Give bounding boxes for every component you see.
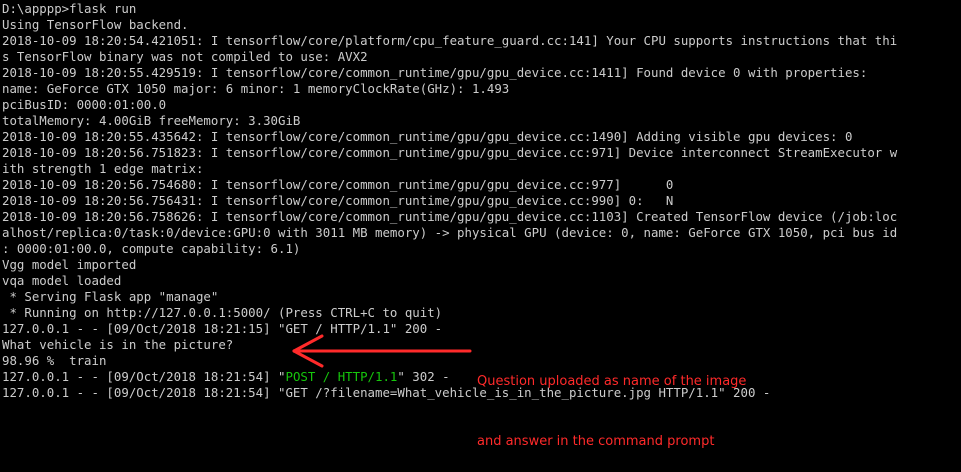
terminal-text: 2018-10-09 18:20:55.429519: I tensorflow… xyxy=(2,65,868,80)
terminal-text: vqa model loaded xyxy=(2,273,122,288)
terminal-text: What vehicle is in the picture? xyxy=(2,337,234,352)
terminal-line: * Serving Flask app "manage" xyxy=(2,289,959,305)
terminal-text: ith strength 1 edge matrix: xyxy=(2,161,204,176)
terminal-line: 2018-10-09 18:20:55.429519: I tensorflow… xyxy=(2,65,959,81)
terminal-line: Vgg model imported xyxy=(2,257,959,273)
terminal-line: totalMemory: 4.00GiB freeMemory: 3.30GiB xyxy=(2,113,959,129)
terminal-text: * Running on http://127.0.0.1:5000/ (Pre… xyxy=(2,305,443,320)
terminal-text: POST / HTTP/1.1 xyxy=(285,369,398,384)
terminal-line: Using TensorFlow backend. xyxy=(2,17,959,33)
annotation-text: Question uploaded as name of the image a… xyxy=(477,332,777,472)
terminal-text: " 302 - xyxy=(397,369,450,384)
terminal-text: Using TensorFlow backend. xyxy=(2,17,189,32)
terminal-text: alhost/replica:0/task:0/device:GPU:0 wit… xyxy=(2,225,898,240)
terminal-line: 2018-10-09 18:20:55.435642: I tensorflow… xyxy=(2,129,959,145)
terminal-text: 98.96 % train xyxy=(2,353,107,368)
terminal-line: alhost/replica:0/task:0/device:GPU:0 wit… xyxy=(2,225,959,241)
terminal-text: totalMemory: 4.00GiB freeMemory: 3.30GiB xyxy=(2,113,301,128)
terminal-line: 2018-10-09 18:20:56.758626: I tensorflow… xyxy=(2,209,959,225)
terminal-text: 2018-10-09 18:20:55.435642: I tensorflow… xyxy=(2,129,853,144)
terminal-text: * Serving Flask app "manage" xyxy=(2,289,219,304)
annotation-line-1: Question uploaded as name of the image xyxy=(477,374,747,389)
terminal-line: D:\apppp>flask run xyxy=(2,1,959,17)
terminal-text: D:\apppp>flask run xyxy=(2,1,137,16)
terminal-line: vqa model loaded xyxy=(2,273,959,289)
terminal-text: name: GeForce GTX 1050 major: 6 minor: 1… xyxy=(2,81,510,96)
annotation-line-2: and answer in the command prompt xyxy=(477,434,715,449)
terminal-text: 2018-10-09 18:20:54.421051: I tensorflow… xyxy=(2,33,898,48)
terminal-text: pciBusID: 0000:01:00.0 xyxy=(2,97,167,112)
terminal-line: 2018-10-09 18:20:56.751823: I tensorflow… xyxy=(2,145,959,161)
terminal-line: 2018-10-09 18:20:54.421051: I tensorflow… xyxy=(2,33,959,49)
terminal-text: s TensorFlow binary was not compiled to … xyxy=(2,49,368,64)
terminal-line: ith strength 1 edge matrix: xyxy=(2,161,959,177)
terminal-text: 127.0.0.1 - - [09/Oct/2018 18:21:15] "GE… xyxy=(2,321,443,336)
terminal-line: : 0000:01:00.0, compute capability: 6.1) xyxy=(2,241,959,257)
terminal-text: 2018-10-09 18:20:56.751823: I tensorflow… xyxy=(2,145,898,160)
terminal-text: 127.0.0.1 - - [09/Oct/2018 18:21:54] " xyxy=(2,369,286,384)
terminal-text: 2018-10-09 18:20:56.754680: I tensorflow… xyxy=(2,177,674,192)
terminal-line: pciBusID: 0000:01:00.0 xyxy=(2,97,959,113)
terminal-line: name: GeForce GTX 1050 major: 6 minor: 1… xyxy=(2,81,959,97)
terminal-line: * Running on http://127.0.0.1:5000/ (Pre… xyxy=(2,305,959,321)
terminal-text: Vgg model imported xyxy=(2,257,137,272)
terminal-line: s TensorFlow binary was not compiled to … xyxy=(2,49,959,65)
terminal-line: 2018-10-09 18:20:56.754680: I tensorflow… xyxy=(2,177,959,193)
terminal-text: : 0000:01:00.0, compute capability: 6.1) xyxy=(2,241,301,256)
terminal-text: 2018-10-09 18:20:56.758626: I tensorflow… xyxy=(2,209,898,224)
terminal-line: 2018-10-09 18:20:56.756431: I tensorflow… xyxy=(2,193,959,209)
terminal-text: 2018-10-09 18:20:56.756431: I tensorflow… xyxy=(2,193,674,208)
